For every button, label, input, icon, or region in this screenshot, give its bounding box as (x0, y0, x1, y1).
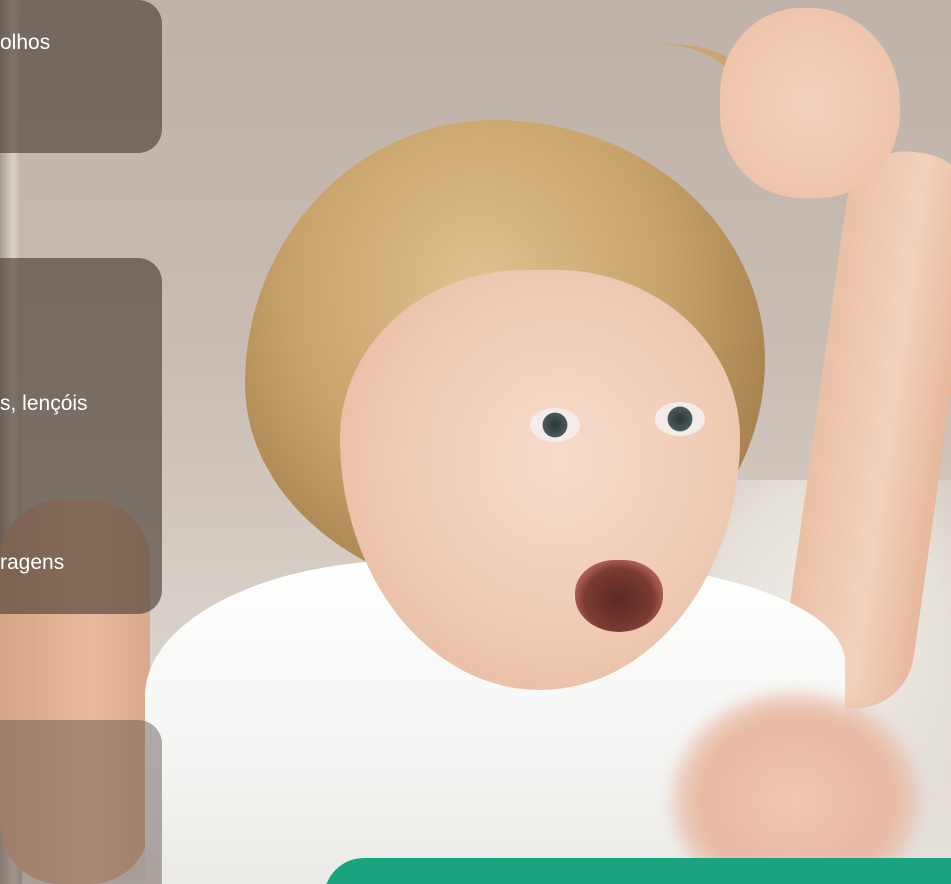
info-card-3 (0, 720, 162, 884)
green-cta-strip (324, 858, 951, 884)
hero-banner: olhos s, lençóis ragens (0, 0, 951, 884)
child-mouth (575, 560, 663, 632)
info-card-1-text: olhos (0, 31, 51, 54)
info-card-1: olhos (0, 0, 162, 153)
child-eye-right (655, 402, 705, 436)
info-card-2: s, lençóis ragens (0, 258, 162, 614)
child-hand (720, 8, 900, 198)
child-eye-left (530, 408, 580, 442)
info-card-2-line-1: s, lençóis (0, 392, 88, 415)
info-card-2-line-2: ragens (0, 551, 65, 574)
